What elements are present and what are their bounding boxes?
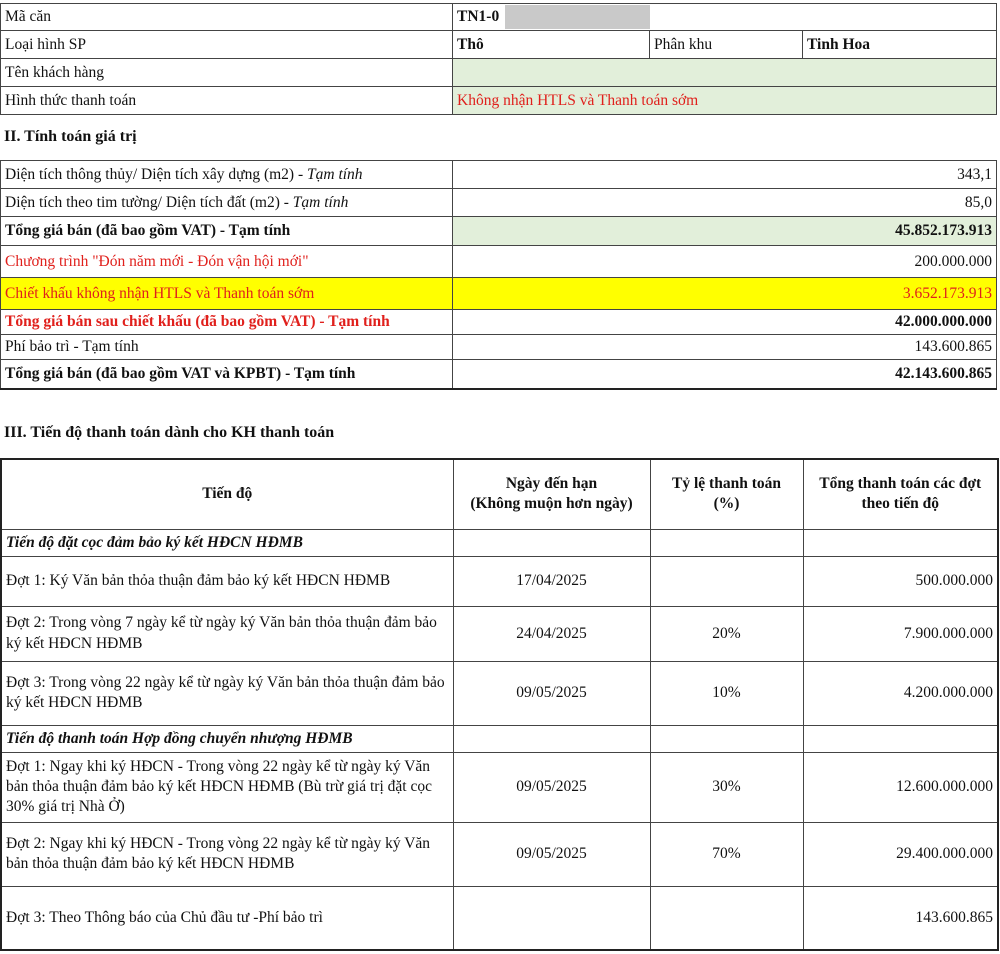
row-pct — [649, 885, 804, 951]
row-desc: Đợt 2: Trong vòng 7 ngày kể từ ngày ký V… — [0, 605, 454, 662]
row-amount: 12.600.000.000 — [802, 751, 999, 823]
row-amount: 500.000.000 — [802, 555, 999, 607]
row-amount: 4.200.000.000 — [802, 660, 999, 726]
row-pct: 20% — [649, 605, 804, 662]
row-amount: 29.400.000.000 — [802, 821, 999, 887]
discount-value: 3.652.173.913 — [452, 277, 997, 310]
price-after-discount-label: Tổng giá bán sau chiết khấu (đã bao gồm … — [0, 309, 453, 335]
section-3-title: III. Tiến độ thanh toán dành cho KH than… — [4, 424, 335, 441]
row-desc: Đợt 3: Theo Thông báo của Chủ đầu tư -Ph… — [0, 885, 454, 951]
row-date: 09/05/2025 — [452, 821, 651, 887]
area-1-label: Diện tích thông thủy/ Diện tích xây dựng… — [0, 160, 453, 189]
table-row: Đợt 3: Trong vòng 22 ngày kể từ ngày ký … — [0, 660, 999, 726]
phan-khu-value: Tinh Hoa — [801, 30, 998, 59]
maintenance-fee-value: 143.600.865 — [452, 334, 997, 360]
row-pct: 10% — [649, 660, 804, 726]
ten-khach-hang-value — [451, 58, 998, 87]
table-row: Đợt 1: Ký Văn bản thỏa thuận đảm bảo ký … — [0, 555, 999, 607]
area-2-value: 85,0 — [452, 188, 997, 217]
row-desc: Đợt 1: Ngay khi ký HĐCN - Trong vòng 22 … — [0, 751, 454, 823]
promo-label: Chương trình "Đón năm mới - Đón vận hội … — [0, 245, 453, 278]
maintenance-fee-label: Phí bảo trì - Tạm tính — [0, 334, 453, 360]
header-ngay-den-han: Ngày đến hạn (Không muộn hơn ngày) — [452, 458, 651, 530]
phan-khu-label: Phân khu — [649, 30, 803, 59]
row-amount: 7.900.000.000 — [802, 605, 999, 662]
row-date: 24/04/2025 — [452, 605, 651, 662]
header-ty-le: Tỷ lệ thanh toán (%) — [649, 458, 804, 530]
area-1-value: 343,1 — [452, 160, 997, 189]
row-pct: 30% — [649, 751, 804, 823]
group-2-title: Tiến độ thanh toán Hợp đồng chuyển nhượn… — [0, 724, 454, 753]
price-after-discount-value: 42.000.000.000 — [452, 309, 997, 335]
promo-value: 200.000.000 — [452, 245, 997, 278]
area-2-label: Diện tích theo tim tường/ Diện tích đất … — [0, 188, 453, 217]
ma-can-label: Mã căn — [0, 3, 453, 31]
table-row: Đợt 2: Trong vòng 7 ngày kể từ ngày ký V… — [0, 605, 999, 662]
value-table: Diện tích thông thủy/ Diện tích xây dựng… — [0, 160, 997, 390]
table-row: Đợt 2: Ngay khi ký HĐCN - Trong vòng 22 … — [0, 821, 999, 887]
row-date — [452, 885, 651, 951]
info-table: Mã căn TN1-0 Loại hình SP Thô Phân khu T… — [0, 3, 998, 115]
row-pct — [649, 555, 804, 607]
table-row: Đợt 3: Theo Thông báo của Chủ đầu tư -Ph… — [0, 885, 999, 951]
row-desc: Đợt 1: Ký Văn bản thỏa thuận đảm bảo ký … — [0, 555, 454, 607]
grand-total-label: Tổng giá bán (đã bao gồm VAT và KPBT) - … — [0, 359, 453, 390]
row-date: 17/04/2025 — [452, 555, 651, 607]
ten-khach-hang-label: Tên khách hàng — [0, 58, 453, 87]
row-amount: 143.600.865 — [802, 885, 999, 951]
header-tien-do: Tiến độ — [0, 458, 454, 530]
table-row: Đợt 1: Ngay khi ký HĐCN - Trong vòng 22 … — [0, 751, 999, 823]
total-price-label: Tổng giá bán (đã bao gồm VAT) - Tạm tính — [0, 216, 453, 246]
row-desc: Đợt 2: Ngay khi ký HĐCN - Trong vòng 22 … — [0, 821, 454, 887]
row-date: 09/05/2025 — [452, 660, 651, 726]
schedule-table: Tiến độ Ngày đến hạn (Không muộn hơn ngày… — [0, 458, 999, 951]
row-desc: Đợt 3: Trong vòng 22 ngày kể từ ngày ký … — [0, 660, 454, 726]
row-date: 09/05/2025 — [452, 751, 651, 823]
total-price-value: 45.852.173.913 — [452, 216, 997, 246]
hinh-thuc-label: Hình thức thanh toán — [0, 86, 453, 115]
group-1-title: Tiến độ đặt cọc đảm bảo ký kết HĐCN HĐMB — [0, 528, 454, 557]
section-2-title: II. Tính toán giá trị — [4, 128, 137, 145]
row-pct: 70% — [649, 821, 804, 887]
loai-hinh-value: Thô — [452, 30, 650, 59]
discount-label: Chiết khấu không nhận HTLS và Thanh toán… — [0, 277, 453, 310]
ma-can-value: TN1-0 — [451, 3, 998, 31]
loai-hinh-label: Loại hình SP — [0, 30, 453, 59]
hinh-thuc-value: Không nhận HTLS và Thanh toán sớm — [451, 86, 998, 115]
grand-total-value: 42.143.600.865 — [452, 359, 997, 390]
header-tong-thanh-toan: Tổng thanh toán các đợt theo tiến độ — [802, 458, 999, 530]
redacted-block — [505, 5, 650, 29]
